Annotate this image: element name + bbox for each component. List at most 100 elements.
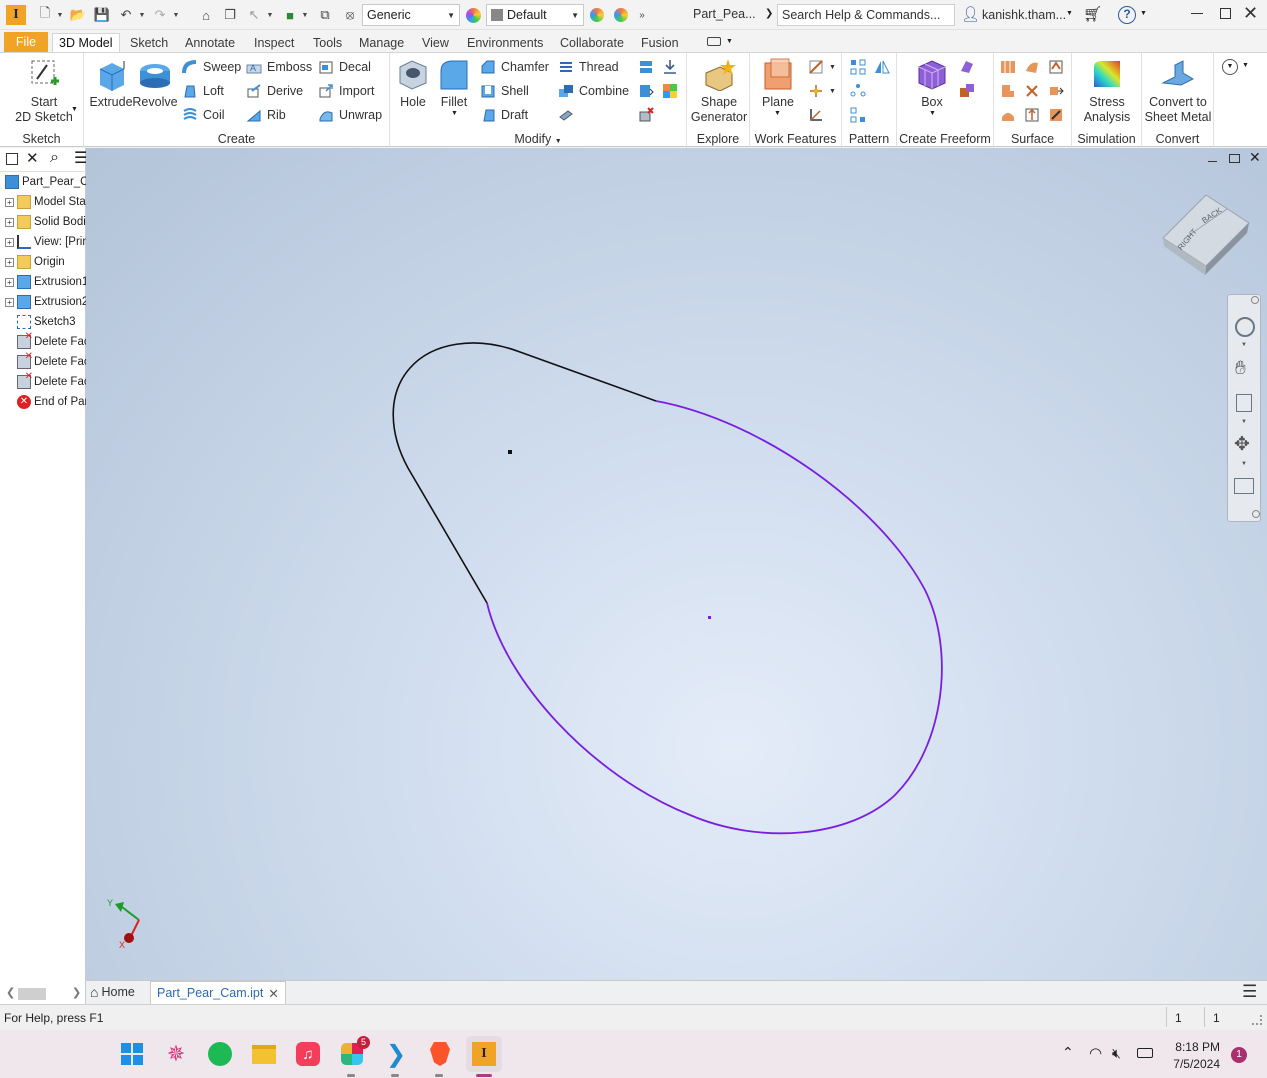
thicken-offset-button[interactable] xyxy=(1000,105,1021,125)
scroll-thumb[interactable] xyxy=(18,988,46,1000)
select-mode-icon[interactable]: ↖ xyxy=(244,6,264,24)
ruled-surface-button[interactable] xyxy=(1000,81,1021,101)
steering-wheel-icon[interactable] xyxy=(1235,317,1255,337)
sketch-center-point-purple[interactable] xyxy=(708,616,711,619)
derive-button[interactable]: Derive xyxy=(246,81,303,101)
zoom-icon[interactable] xyxy=(1236,394,1252,412)
import-button[interactable]: Import xyxy=(318,81,374,101)
convert-freeform-button[interactable] xyxy=(959,81,980,101)
tab-fusion[interactable]: Fusion xyxy=(635,33,685,52)
slack-icon[interactable]: 5 xyxy=(338,1036,370,1068)
sketch-center-point-black[interactable] xyxy=(508,450,512,454)
inventor-logo-icon[interactable]: I xyxy=(6,5,26,25)
inventor-taskbar-icon[interactable]: I xyxy=(466,1036,502,1072)
combine-button[interactable]: Combine xyxy=(558,81,629,101)
tree-item-delete-face2[interactable]: ✕Delete Face2 xyxy=(0,352,86,372)
box-dropdown-icon[interactable]: ▼ xyxy=(929,110,936,117)
cart-icon[interactable]: 🛒︎ xyxy=(1083,5,1102,23)
resize-grip-icon[interactable] xyxy=(1252,1015,1262,1025)
wifi-icon[interactable]: ◠ xyxy=(1089,1044,1102,1062)
steering-wheel-dropdown-icon[interactable]: ▼ xyxy=(1241,342,1247,348)
sketch-black-profile[interactable] xyxy=(392,342,657,604)
more-arrow-icon[interactable]: ❯ xyxy=(765,8,773,19)
shell-button[interactable]: Shell xyxy=(480,81,529,101)
thicken-button[interactable] xyxy=(558,105,579,125)
expand-icon[interactable]: + xyxy=(5,237,14,247)
panel-label-modify[interactable]: Modify ▼ xyxy=(390,132,686,146)
redo-dropdown-icon[interactable]: ▼ xyxy=(172,6,180,24)
view-cube[interactable]: BACK RIGHT xyxy=(1161,193,1251,283)
scroll-right-icon[interactable]: ❯ xyxy=(72,986,81,999)
cam-profile-sketch[interactable] xyxy=(86,148,1267,980)
clear-appearance-icon[interactable] xyxy=(612,6,630,24)
copilot-icon[interactable]: ✵ xyxy=(162,1040,190,1068)
brave-icon[interactable] xyxy=(426,1040,454,1068)
help-icon[interactable]: ? xyxy=(1118,6,1136,24)
file-explorer-icon[interactable] xyxy=(250,1040,278,1068)
clock-time[interactable]: 8:18 PM xyxy=(1174,1040,1220,1054)
axis-button[interactable]: ▼ xyxy=(808,57,836,77)
adjust-appearance-icon[interactable] xyxy=(588,6,606,24)
plane-dropdown-icon[interactable]: ▼ xyxy=(774,110,781,117)
extend-button[interactable] xyxy=(1048,81,1069,101)
fillet-button[interactable]: Fillet xyxy=(434,57,474,110)
browser-tab-icon[interactable] xyxy=(6,153,18,165)
tab-manage[interactable]: Manage xyxy=(353,33,410,52)
ribbon-display-icon[interactable] xyxy=(707,37,721,46)
close-tab-icon[interactable]: ✕ xyxy=(268,986,278,1001)
tree-item-delete-face3[interactable]: ✕Delete Face3 xyxy=(0,372,86,392)
unwrap-button[interactable]: Unwrap xyxy=(318,105,382,125)
trim-button[interactable] xyxy=(1024,81,1045,101)
close-icon[interactable]: ✕ xyxy=(1243,3,1258,24)
tree-item-extrusion1[interactable]: + Extrusion1 xyxy=(0,272,86,292)
tree-item-sketch3[interactable]: Sketch3 xyxy=(0,312,86,332)
home-tab[interactable]: ⌂ Home xyxy=(90,984,135,1000)
boundary-patch-button[interactable] xyxy=(1024,105,1045,125)
draft-button[interactable]: Draft xyxy=(480,105,528,125)
new-file-icon[interactable]: 🗋 xyxy=(34,5,56,24)
tab-annotate[interactable]: Annotate xyxy=(179,33,241,52)
stress-analysis-button[interactable]: Stress Analysis xyxy=(1076,57,1138,125)
graphics-window[interactable]: ✕ BACK RIGHT ▼ ✋︎ ▼ ✥ ▼ Y X xyxy=(86,148,1267,980)
clock-date[interactable]: 7/5/2024 xyxy=(1166,1057,1220,1071)
split-button[interactable] xyxy=(638,57,659,77)
tree-item-view[interactable]: + View: [Primary] xyxy=(0,232,86,252)
undo-icon[interactable]: ↶ xyxy=(116,6,136,24)
vscode-icon[interactable]: ❯ xyxy=(382,1040,410,1068)
user-name[interactable]: kanishk.tham... xyxy=(982,8,1066,22)
color-override-icon[interactable]: ■ xyxy=(280,6,300,24)
pan-hand-icon[interactable]: ✋︎ xyxy=(1235,358,1246,380)
tab-sketch[interactable]: Sketch xyxy=(124,33,174,52)
delete-face-button[interactable] xyxy=(638,105,659,125)
nav-bar-options-icon[interactable] xyxy=(1252,510,1260,518)
tree-root[interactable]: Part_Pear_Cam xyxy=(0,172,86,192)
replace-face-button[interactable] xyxy=(638,81,659,101)
tree-item-origin[interactable]: + Origin xyxy=(0,252,86,272)
sketch-dropdown-icon[interactable]: ▼ xyxy=(71,106,78,113)
plane-button[interactable]: Plane xyxy=(756,57,800,110)
home-icon[interactable]: ⌂ xyxy=(196,6,216,24)
tab-view[interactable]: View xyxy=(416,33,455,52)
save-icon[interactable]: 💾 xyxy=(92,6,112,24)
start-2d-sketch-button[interactable]: Start 2D Sketch xyxy=(14,57,74,125)
loft-button[interactable]: Loft xyxy=(182,81,224,101)
more-qat-icon[interactable]: » xyxy=(634,6,650,24)
project-icon[interactable]: ❐ xyxy=(220,6,240,24)
scroll-left-icon[interactable]: ❮ xyxy=(6,986,15,999)
tab-3d-model[interactable]: 3D Model xyxy=(52,33,120,52)
rib-button[interactable]: Rib xyxy=(246,105,286,125)
browser-hscrollbar[interactable]: ❮ ❯ xyxy=(0,986,86,1002)
sketch-purple-profile[interactable] xyxy=(486,400,943,835)
tab-environments[interactable]: Environments xyxy=(461,33,549,52)
sculpt-button[interactable] xyxy=(1048,57,1069,77)
help-dropdown-icon[interactable]: ▼ xyxy=(1140,10,1147,17)
open-icon[interactable]: 📂 xyxy=(68,6,88,24)
apple-music-icon[interactable]: ♫ xyxy=(294,1040,322,1068)
mirror-button[interactable] xyxy=(874,57,895,77)
expand-icon[interactable]: + xyxy=(5,217,14,227)
orbit-dropdown-icon[interactable]: ▼ xyxy=(1241,461,1247,467)
minimize-icon[interactable] xyxy=(1191,13,1203,14)
expand-icon[interactable]: + xyxy=(5,257,14,267)
close-browser-icon[interactable]: ✕ xyxy=(26,149,39,167)
point-button[interactable]: ▼ xyxy=(808,81,836,101)
